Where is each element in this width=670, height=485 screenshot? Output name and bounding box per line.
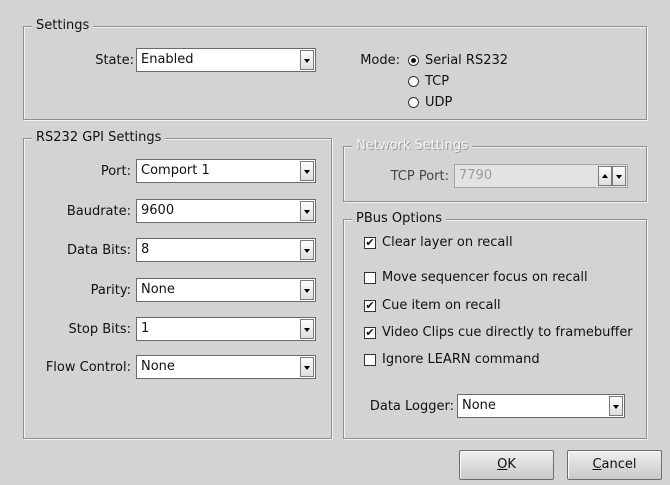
tcp-port-spinner[interactable] xyxy=(598,166,626,186)
stop-bits-value: 1 xyxy=(141,321,150,336)
network-group: Network Settings TCP Port: 7790 xyxy=(343,138,647,202)
cue-item-checkbox[interactable]: ✔ Cue item on recall xyxy=(364,298,634,314)
data-logger-value: None xyxy=(462,398,496,413)
pbus-group: PBus Options ✔ Clear layer on recall Mov… xyxy=(343,211,647,439)
cancel-button[interactable]: Cancel xyxy=(567,450,662,480)
ok-accelerator: O xyxy=(497,457,508,472)
ok-button[interactable]: OK xyxy=(459,450,554,480)
chevron-down-icon[interactable] xyxy=(609,396,623,416)
pbus-title: PBus Options xyxy=(352,211,447,227)
checkbox-unchecked-icon xyxy=(364,272,376,284)
parity-label: Parity: xyxy=(90,283,131,298)
ignore-learn-checkbox[interactable]: Ignore LEARN command xyxy=(364,352,634,368)
checkbox-checked-icon: ✔ xyxy=(364,236,376,249)
tcp-port-input[interactable]: 7790 xyxy=(454,164,628,188)
clear-layer-label: Clear layer on recall xyxy=(382,235,513,250)
rs232-title: RS232 GPI Settings xyxy=(32,130,166,146)
state-value: Enabled xyxy=(141,52,194,67)
mode-radio-tcp[interactable]: TCP xyxy=(408,74,508,90)
mode-radio-serial[interactable]: Serial RS232 xyxy=(408,53,568,69)
spin-up-icon[interactable] xyxy=(598,166,612,186)
checkbox-unchecked-icon xyxy=(364,354,376,366)
parity-select[interactable]: None xyxy=(136,278,316,302)
data-bits-value: 8 xyxy=(141,242,150,257)
flow-control-select[interactable]: None xyxy=(136,355,316,379)
data-bits-label: Data Bits: xyxy=(67,243,131,258)
clear-layer-checkbox[interactable]: ✔ Clear layer on recall xyxy=(364,235,634,251)
state-select[interactable]: Enabled xyxy=(136,48,316,72)
stop-bits-select[interactable]: 1 xyxy=(136,317,316,341)
data-bits-select[interactable]: 8 xyxy=(136,238,316,262)
cue-item-label: Cue item on recall xyxy=(382,298,501,313)
checkbox-checked-icon: ✔ xyxy=(364,299,376,312)
baudrate-select[interactable]: 9600 xyxy=(136,199,316,223)
move-sequencer-label: Move sequencer focus on recall xyxy=(382,270,588,285)
mode-label: Mode: xyxy=(360,53,400,68)
move-sequencer-checkbox[interactable]: Move sequencer focus on recall xyxy=(364,270,634,286)
spin-down-icon[interactable] xyxy=(612,166,626,186)
chevron-down-icon[interactable] xyxy=(300,201,314,221)
radio-selected-icon xyxy=(408,55,419,66)
cancel-accelerator: C xyxy=(592,457,602,472)
cancel-label-rest: ancel xyxy=(601,457,637,472)
parity-value: None xyxy=(141,282,175,297)
chevron-down-icon[interactable] xyxy=(300,319,314,339)
port-value: Comport 1 xyxy=(141,163,210,178)
settings-title: Settings xyxy=(32,18,94,34)
mode-radio-udp[interactable]: UDP xyxy=(408,95,508,111)
rs232-group: RS232 GPI Settings Port: Comport 1 Baudr… xyxy=(23,130,332,439)
chevron-down-icon[interactable] xyxy=(300,280,314,300)
flow-control-value: None xyxy=(141,359,175,374)
chevron-down-icon[interactable] xyxy=(300,161,314,181)
baudrate-label: Baudrate: xyxy=(66,204,131,219)
mode-udp-label: UDP xyxy=(425,95,453,110)
mode-serial-label: Serial RS232 xyxy=(425,53,509,68)
radio-unselected-icon xyxy=(408,76,419,87)
ok-label-rest: K xyxy=(507,457,516,472)
network-title: Network Settings xyxy=(352,138,472,154)
chevron-down-icon[interactable] xyxy=(300,240,314,260)
video-clips-label: Video Clips cue directly to framebuffer xyxy=(382,325,633,340)
flow-control-label: Flow Control: xyxy=(45,360,131,375)
stop-bits-label: Stop Bits: xyxy=(68,322,131,337)
mode-tcp-label: TCP xyxy=(425,74,450,89)
tcp-port-value: 7790 xyxy=(459,168,493,183)
chevron-down-icon[interactable] xyxy=(300,50,314,70)
data-logger-label: Data Logger: xyxy=(369,399,454,414)
port-select[interactable]: Comport 1 xyxy=(136,159,316,183)
port-label: Port: xyxy=(100,164,131,179)
ignore-learn-label: Ignore LEARN command xyxy=(382,352,540,367)
baudrate-value: 9600 xyxy=(141,203,175,218)
settings-group: Settings State: Enabled Mode: Serial RS2… xyxy=(23,18,647,120)
tcp-port-label: TCP Port: xyxy=(390,169,449,184)
data-logger-select[interactable]: None xyxy=(457,394,625,418)
radio-unselected-icon xyxy=(408,97,419,108)
checkbox-checked-icon: ✔ xyxy=(364,326,376,339)
chevron-down-icon[interactable] xyxy=(300,357,314,377)
video-clips-checkbox[interactable]: ✔ Video Clips cue directly to framebuffe… xyxy=(364,325,644,341)
state-label: State: xyxy=(95,53,134,68)
